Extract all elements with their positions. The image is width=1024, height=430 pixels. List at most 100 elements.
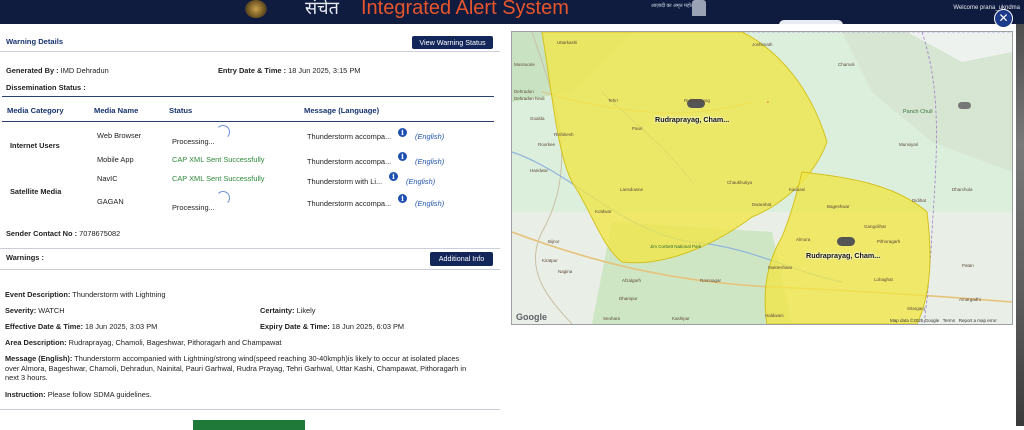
media-name-web-browser: Web Browser	[97, 131, 142, 140]
certainty-value: Likely	[296, 306, 316, 315]
divider	[0, 248, 500, 249]
message-text: Thunderstorm accompa...	[307, 199, 392, 208]
language-link[interactable]: (English)	[415, 157, 444, 166]
map-place: Dehradun hindi	[514, 96, 545, 101]
sender-contact: Sender Contact No : 7078675082	[6, 229, 120, 238]
instruction-label: Instruction:	[5, 390, 46, 399]
col-header-media-name: Media Name	[94, 106, 139, 115]
map-place: Roorkee	[538, 142, 556, 147]
entry-date-value: 18 Jun 2025, 3:15 PM	[288, 66, 361, 75]
info-icon[interactable]: i	[398, 152, 407, 161]
map-place: Joshimath	[752, 42, 773, 47]
divider	[0, 269, 500, 270]
effective-date: Effective Date & Time: 18 Jun 2025, 3:03…	[5, 322, 157, 331]
map-place: Rudraprayag	[684, 98, 711, 103]
map-data-credit: Map data ©2025 Google	[890, 318, 940, 323]
area-value: Rudraprayag, Chamoli, Bageshwar, Pithora…	[68, 338, 282, 347]
map-place: Lohaghat	[874, 277, 893, 282]
category-satellite-media: Satellite Media	[10, 187, 62, 196]
area-description: Area Description: Rudraprayag, Chamoli, …	[5, 338, 281, 347]
additional-info-button[interactable]: Additional Info	[430, 252, 493, 266]
map-place: Sitarganj	[907, 306, 925, 311]
map-place: Haridwar	[530, 168, 549, 173]
col-header-message: Message (Language)	[304, 106, 380, 115]
effective-value: 18 Jun 2025, 3:03 PM	[84, 322, 158, 331]
divider	[0, 51, 500, 52]
map-place: Kiratpur	[542, 258, 558, 263]
generated-by: Generated By : IMD Dehradun	[6, 66, 109, 75]
certainty: Certainty: Likely	[260, 306, 315, 315]
map-place: Amargadhi	[959, 297, 981, 302]
app-title: Integrated Alert System	[361, 0, 569, 19]
report-error-link[interactable]: Report a map error	[959, 318, 997, 323]
submit-button[interactable]	[193, 420, 305, 430]
message-line-3: next 3 hours.	[5, 373, 48, 382]
national-emblem-icon	[692, 0, 706, 16]
view-warning-status-button[interactable]: View Warning Status	[412, 36, 493, 49]
table-top-border	[2, 96, 494, 97]
language-link[interactable]: (English)	[406, 177, 435, 186]
map-place: Mukteshwar	[768, 265, 793, 270]
category-internet-users: Internet Users	[10, 141, 60, 150]
map-place: Almora	[796, 237, 811, 242]
map-canvas	[512, 32, 1012, 324]
map-place: Dharchula	[952, 187, 973, 192]
terms-link[interactable]: Terms	[943, 318, 955, 323]
map-place: Chaukhutiya	[727, 180, 753, 185]
info-icon[interactable]: i	[398, 194, 407, 203]
expiry-value: 18 Jun 2025, 6:03 PM	[331, 322, 405, 331]
sender-contact-label: Sender Contact No :	[6, 229, 78, 238]
map-place: Munsiyari	[899, 142, 919, 147]
welcome-user[interactable]: Welcome prana_ukndma	[953, 5, 1020, 11]
info-icon[interactable]: i	[398, 128, 407, 137]
generated-by-label: Generated By :	[6, 66, 59, 75]
status-processing: Processing...	[172, 137, 215, 146]
dissemination-status-label: Dissemination Status :	[6, 83, 86, 92]
map-place: Panch Chuli	[903, 109, 933, 115]
map-place: Patan	[962, 263, 974, 268]
message-english: Message (English): Thunderstorm accompan…	[5, 354, 466, 383]
map-place: Pauri	[632, 126, 643, 131]
map-place: Lansdowne	[620, 187, 644, 192]
dissemination-label-text: Dissemination Status :	[6, 83, 86, 92]
status-processing: Processing...	[172, 203, 215, 212]
area-label-rudraprayag-1: Rudraprayag, Cham...	[655, 115, 730, 124]
map-place: Kausani	[789, 187, 806, 192]
status-cap-sent: CAP XML Sent Successfully	[172, 155, 265, 164]
section-title-warning-details: Warning Details	[6, 37, 64, 46]
message-text: Thunderstorm with Li...	[307, 177, 383, 186]
map-place: Uttarkashi	[557, 40, 578, 45]
language-link[interactable]: (English)	[415, 132, 444, 141]
map-place: Mussoorie	[514, 62, 535, 67]
instruction-value: Please follow SDMA guidelines.	[47, 390, 152, 399]
map-place: Haldwani	[765, 313, 784, 318]
header-search-pill[interactable]	[779, 20, 843, 24]
landmark-marker-icon: ●	[767, 100, 769, 104]
info-icon[interactable]: i	[389, 172, 398, 181]
sachet-logo-text: संचेत	[305, 0, 339, 19]
map-place: Goalda	[530, 116, 545, 121]
entry-date-time: Entry Date & Time : 18 Jun 2025, 3:15 PM	[218, 66, 360, 75]
map-place: Dhampur	[619, 296, 638, 301]
table-header-border	[2, 121, 494, 122]
map-place: Afzalgarh	[622, 278, 642, 283]
certainty-label: Certainty:	[260, 306, 295, 315]
message-line-1: Thunderstorm accompanied with Lightning/…	[74, 354, 460, 363]
close-icon: ✕	[998, 11, 1009, 25]
alert-area-map[interactable]: Rudraprayag, Cham... Rudraprayag, Cham..…	[511, 31, 1013, 325]
area-label-rudraprayag-2: Rudraprayag, Cham...	[806, 251, 881, 260]
map-place: Jim Corbett National Park	[650, 244, 702, 249]
language-link[interactable]: (English)	[415, 199, 444, 208]
sender-contact-value: 7078675082	[79, 229, 121, 238]
status-cap-sent: CAP XML Sent Successfully	[172, 174, 265, 183]
map-place: Pithoragarh	[877, 239, 901, 244]
effective-label: Effective Date & Time:	[5, 322, 83, 331]
message-text: Thunderstorm accompa...	[307, 157, 392, 166]
close-modal-button[interactable]: ✕	[994, 9, 1013, 28]
media-name-gagan: GAGAN	[97, 197, 124, 206]
weather-icon	[958, 102, 971, 109]
message-label: Message (English):	[5, 354, 73, 363]
col-header-status: Status	[169, 106, 193, 115]
page-background-strip	[1016, 24, 1024, 426]
loading-spinner-icon	[216, 191, 230, 205]
